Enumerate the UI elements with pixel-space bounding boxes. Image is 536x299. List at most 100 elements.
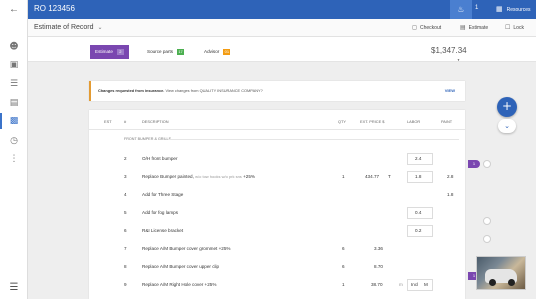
row-labor: 2.4 bbox=[415, 156, 422, 161]
row-number: 9 bbox=[124, 282, 127, 287]
table-row[interactable]: 8 Replace A/M Bumper cover upper clip 6 … bbox=[89, 259, 465, 277]
top-bar: RO 123456 ♨ 1 ▦ Resources bbox=[28, 0, 536, 19]
section-divider bbox=[169, 139, 459, 140]
row-labor: 1.8 bbox=[415, 174, 422, 179]
table-row[interactable]: 7 Replace A/M Bumper cover grommet +25% … bbox=[89, 241, 465, 259]
user-icon[interactable]: ☻ bbox=[6, 40, 22, 54]
bell-icon[interactable]: ♨ bbox=[450, 0, 472, 19]
wheel bbox=[508, 279, 515, 286]
row-description: R&I License bracket bbox=[142, 228, 184, 233]
tab-source-parts[interactable]: Source parts 17 bbox=[142, 45, 189, 59]
expand-button[interactable]: ⌄ bbox=[498, 119, 516, 133]
ro-title: RO 123456 bbox=[34, 4, 75, 13]
row-description: Replace Bumper painted, w/o tow hooks w/… bbox=[142, 174, 255, 179]
left-nav-rail: ← ☻ ▣ ☰ ▤ ▩ ◷ ⋮ ☰ bbox=[0, 0, 28, 299]
row-description: Add for Three Stage bbox=[142, 192, 184, 197]
row-description: Replace A/M Right Hole cover +25% bbox=[142, 282, 217, 287]
tabs-row: Estimate 2 Source parts 17 Advisor 01 $1,34… bbox=[28, 37, 536, 62]
car-icon[interactable]: ▣ bbox=[6, 58, 22, 72]
sub-header: Estimate of Record ⌄ ◻ Checkout ▤ Estimate … bbox=[28, 19, 536, 37]
row-paint: 2.8 bbox=[447, 174, 454, 179]
line-marker-tag[interactable]: 1 bbox=[468, 160, 480, 168]
notice-bold: Changes requested from insurance. bbox=[98, 88, 165, 93]
row-price-flag: T bbox=[388, 174, 391, 179]
book-icon: ▦ bbox=[496, 5, 503, 13]
tab-badge: 17 bbox=[177, 49, 185, 55]
row-price: 434.77 bbox=[365, 174, 380, 179]
table-row[interactable]: 6 R&I License bracket 0.2 bbox=[89, 223, 465, 241]
row-price: 3.36 bbox=[374, 246, 383, 251]
more-vertical-icon[interactable]: ⋮ bbox=[6, 152, 22, 166]
history-icon[interactable]: ◷ bbox=[6, 134, 22, 148]
row-labor: 0.4 bbox=[415, 210, 422, 215]
radio-circle[interactable] bbox=[483, 235, 491, 243]
tab-advisor[interactable]: Advisor 01 bbox=[199, 45, 235, 59]
table-row[interactable]: 4 Add for Three Stage 1.8 bbox=[89, 187, 465, 205]
tab-estimate[interactable]: Estimate 2 bbox=[90, 45, 129, 59]
wallet-icon[interactable]: ▤ bbox=[6, 96, 22, 110]
row-description: Replace A/M Bumper cover grommet +25% bbox=[142, 246, 231, 251]
resources-button[interactable]: ▦ Resources bbox=[492, 3, 535, 16]
row-qty: 6 bbox=[342, 264, 345, 269]
checkout-label: Checkout bbox=[419, 25, 442, 31]
checkout-button[interactable]: ◻ Checkout bbox=[412, 24, 441, 31]
row-labor: Incl bbox=[411, 282, 419, 287]
col-qty: QTY bbox=[338, 119, 346, 124]
row-description: Replace A/M Bumper cover upper clip bbox=[142, 264, 220, 269]
notice-text: Changes requested from insurance. View c… bbox=[98, 88, 263, 93]
resources-label: Resources bbox=[506, 7, 531, 13]
row-description: O/H front bumper bbox=[142, 156, 178, 161]
lock-icon: ☐ bbox=[505, 24, 511, 31]
cart-icon: ◻ bbox=[412, 24, 417, 31]
section-title: FRONT BUMPER & GRILLE bbox=[124, 137, 172, 141]
radio-circle[interactable] bbox=[483, 217, 491, 225]
col-description: DESCRIPTION bbox=[142, 119, 169, 124]
row-price: 8.70 bbox=[374, 264, 383, 269]
row-description: Add for fog lamps bbox=[142, 210, 179, 215]
document-icon: ▤ bbox=[460, 24, 466, 31]
row-labor-flag: M bbox=[424, 282, 428, 287]
header-divider bbox=[89, 129, 465, 130]
add-button[interactable]: + bbox=[497, 97, 517, 117]
radio-circle[interactable] bbox=[483, 160, 491, 168]
lock-button[interactable]: ☐ Lock bbox=[505, 24, 524, 31]
row-number: 2 bbox=[124, 156, 127, 161]
estimate-total[interactable]: $1,347.34 bbox=[431, 46, 467, 55]
row-paint: 1.8 bbox=[447, 192, 454, 197]
tab-label: Estimate bbox=[95, 49, 113, 54]
back-arrow-icon[interactable]: ← bbox=[6, 4, 22, 16]
row-description-main: Replace Bumper painted, bbox=[142, 174, 194, 179]
row-number: 7 bbox=[124, 246, 127, 251]
table-row[interactable]: 2 O/H front bumper 2.4 bbox=[89, 151, 465, 169]
hamburger-menu-icon[interactable]: ☰ bbox=[6, 282, 22, 294]
estimate-selector[interactable]: Estimate of Record ⌄ bbox=[34, 24, 103, 31]
chevron-down-icon: ⌄ bbox=[504, 122, 510, 130]
plus-icon: + bbox=[501, 99, 513, 113]
table-row[interactable]: 3 Replace Bumper painted, w/o tow hooks … bbox=[89, 169, 465, 187]
wheel bbox=[489, 279, 496, 286]
lock-label: Lock bbox=[513, 25, 524, 31]
row-qty: 1 bbox=[342, 282, 345, 287]
table-row[interactable]: 9 Replace A/M Right Hole cover +25% 1 38… bbox=[89, 277, 465, 295]
vehicle-photo-thumbnail[interactable] bbox=[476, 256, 526, 290]
estimate-title: Estimate of Record bbox=[34, 24, 94, 31]
estimate-button[interactable]: ▤ Estimate bbox=[460, 24, 488, 31]
row-note: w/o tow hooks w/o prk sns bbox=[195, 174, 242, 179]
view-changes-link[interactable]: VIEW bbox=[445, 88, 455, 93]
table-row[interactable]: 5 Add for fog lamps 0.4 bbox=[89, 205, 465, 223]
chevron-down-icon: ⌄ bbox=[97, 24, 103, 31]
clipboard-icon[interactable]: ▩ bbox=[6, 114, 22, 128]
col-paint: PAINT bbox=[441, 119, 453, 124]
list-icon[interactable]: ☰ bbox=[6, 77, 22, 91]
notification-count: 1 bbox=[475, 5, 479, 11]
tab-badge: 2 bbox=[116, 49, 124, 55]
col-est: EST bbox=[104, 119, 112, 124]
tab-label: Source parts bbox=[147, 49, 174, 54]
row-number: 6 bbox=[124, 228, 127, 233]
col-num: # bbox=[124, 119, 127, 124]
row-labor-prefix: m bbox=[399, 282, 403, 287]
notice-message: View changes from QUALITY INSURANCE COMP… bbox=[165, 88, 263, 93]
estimate-table: EST # DESCRIPTION QTY EXT. PRICE $ LABOR… bbox=[89, 110, 465, 299]
estimate-label: Estimate bbox=[468, 25, 489, 31]
tab-label: Advisor bbox=[204, 49, 220, 54]
